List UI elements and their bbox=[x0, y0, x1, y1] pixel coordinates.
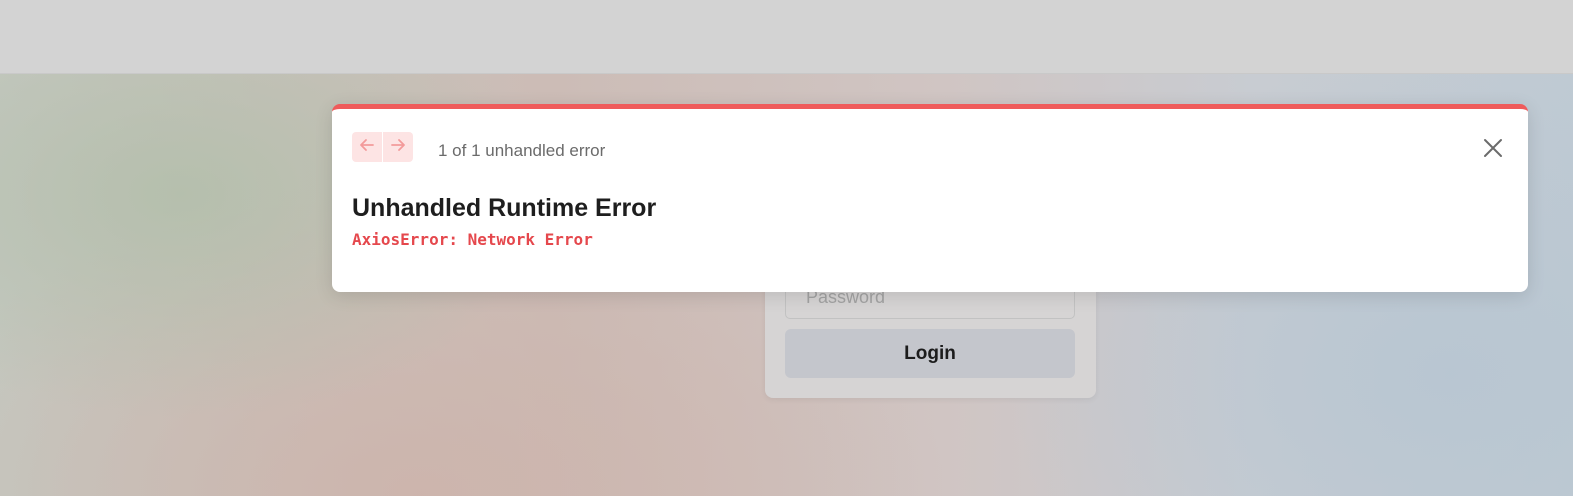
error-count-text: 1 of 1 unhandled error bbox=[438, 141, 606, 160]
top-header bbox=[0, 0, 1573, 74]
close-button[interactable] bbox=[1482, 138, 1504, 160]
arrow-right-icon bbox=[390, 137, 406, 158]
error-title: Unhandled Runtime Error bbox=[352, 194, 657, 222]
error-navigation bbox=[352, 132, 413, 162]
arrow-left-icon bbox=[359, 137, 375, 158]
error-message: AxiosError: Network Error bbox=[352, 230, 593, 249]
error-overlay-dialog: 1 of 1 unhandled error Unhandled Runtime… bbox=[332, 104, 1528, 292]
login-button[interactable]: Login bbox=[785, 329, 1075, 378]
next-error-button[interactable] bbox=[383, 132, 413, 162]
close-icon bbox=[1482, 137, 1504, 162]
previous-error-button[interactable] bbox=[352, 132, 382, 162]
